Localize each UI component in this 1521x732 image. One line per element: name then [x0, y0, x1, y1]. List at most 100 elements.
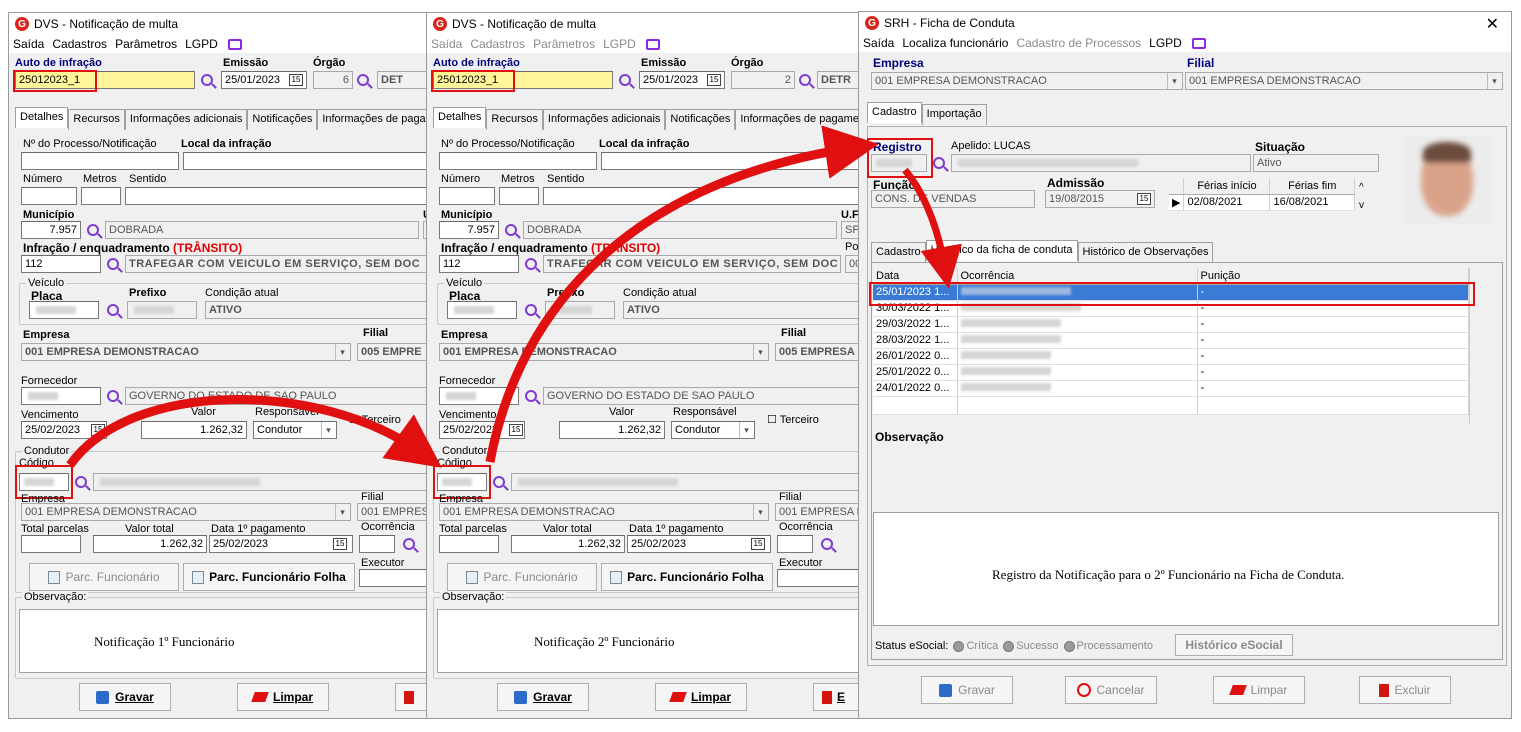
scroll-down-icon[interactable]: v	[1359, 200, 1364, 211]
tab-importacao[interactable]: Importação	[921, 104, 987, 125]
valortotal-input[interactable]: 1.262,32	[511, 535, 625, 553]
search-icon[interactable]	[525, 258, 537, 270]
valor-input[interactable]: 1.262,32	[141, 421, 247, 439]
excluir-button[interactable]: Excluir	[1359, 676, 1451, 704]
gravar-button[interactable]: Gravar	[921, 676, 1013, 704]
table-row[interactable]: 29/03/2022 1... -	[873, 316, 1469, 333]
search-icon[interactable]	[75, 476, 87, 488]
municipio-code[interactable]: 7.957	[21, 221, 81, 239]
menu-parametros[interactable]: Parâmetros	[533, 37, 595, 51]
local-input[interactable]	[601, 152, 865, 170]
subtab-historico-obs[interactable]: Histórico de Observações	[1077, 242, 1214, 263]
menu-localiza[interactable]: Localiza funcionário	[902, 36, 1008, 50]
empresa2-select[interactable]: 001 EMPRESA DEMONSTRACAO	[21, 503, 351, 521]
calendar-icon[interactable]: 15	[707, 74, 721, 86]
infracao-code[interactable]: 112	[21, 255, 101, 273]
processo-input[interactable]	[21, 152, 179, 170]
search-icon[interactable]	[357, 74, 369, 86]
ferias-inicio-cell[interactable]: 02/08/2021	[1183, 194, 1271, 211]
search-icon[interactable]	[87, 224, 99, 236]
limpar-button[interactable]: Limpar	[655, 683, 747, 711]
placa-input[interactable]	[29, 301, 99, 319]
empresa-select[interactable]: 001 EMPRESA DEMONSTRACAO	[871, 72, 1183, 90]
chevron-down-icon[interactable]: ▾	[321, 422, 335, 438]
search-icon[interactable]	[821, 538, 833, 550]
search-icon[interactable]	[107, 258, 119, 270]
search-icon[interactable]	[619, 74, 631, 86]
subtab-historico-ficha[interactable]: Histórico da ficha de conduta	[925, 240, 1078, 261]
tab-detalhes[interactable]: Detalhes	[15, 107, 69, 128]
search-icon[interactable]	[107, 304, 119, 316]
historico-esocial-button[interactable]: Histórico eSocial	[1175, 634, 1293, 656]
search-icon[interactable]	[799, 74, 811, 86]
valortotal-input[interactable]: 1.262,32	[93, 535, 207, 553]
menu-lgpd[interactable]: LGPD	[1149, 36, 1214, 50]
executor-input[interactable]	[777, 569, 865, 587]
metros-input[interactable]	[81, 187, 121, 205]
processo-input[interactable]	[439, 152, 597, 170]
terceiro-checkbox[interactable]: ☐ Terceiro	[349, 413, 401, 426]
observacao-textarea[interactable]: Registro da Notificação para o 2º Funcio…	[873, 512, 1499, 626]
calendar-icon[interactable]: 15	[333, 538, 347, 550]
menu-cadastro-processos[interactable]: Cadastro de Processos	[1016, 36, 1141, 50]
parc-folha-button[interactable]: Parc. Funcionário Folha	[183, 563, 355, 591]
empresa-select[interactable]: 001 EMPRESA DEMONSTRACAO	[21, 343, 351, 361]
orgao-code[interactable]: 6	[313, 71, 353, 89]
fornecedor-code[interactable]	[439, 387, 519, 405]
empresa2-select[interactable]: 001 EMPRESA DEMONSTRACAO	[439, 503, 769, 521]
calendar-icon[interactable]: 15	[509, 424, 523, 436]
sentido-input[interactable]	[543, 187, 865, 205]
sucesso-radio-icon[interactable]	[1003, 640, 1015, 652]
scroll-up-icon[interactable]: ^	[1359, 182, 1364, 193]
chevron-down-icon[interactable]: ▾	[1487, 73, 1501, 89]
gravar-button[interactable]: Gravar	[497, 683, 589, 711]
filial-select[interactable]: 001 EMPRESA DEMONSTRACAO	[1185, 72, 1503, 90]
limpar-button[interactable]: Limpar	[237, 683, 329, 711]
search-icon[interactable]	[107, 390, 119, 402]
chevron-down-icon[interactable]: ▾	[1167, 73, 1181, 89]
calendar-icon[interactable]: 15	[1137, 193, 1151, 205]
subtab-cadastro[interactable]: Cadastro	[871, 242, 926, 263]
gravar-button[interactable]: Gravar	[79, 683, 171, 711]
search-icon[interactable]	[505, 224, 517, 236]
table-row[interactable]: 25/01/2022 0... -	[873, 364, 1469, 381]
search-icon[interactable]	[201, 74, 213, 86]
data1-input[interactable]: 25/02/2023	[209, 535, 353, 553]
limpar-button[interactable]: Limpar	[1213, 676, 1305, 704]
tab-cadastro[interactable]: Cadastro	[867, 102, 922, 123]
orgao-code[interactable]: 2	[731, 71, 795, 89]
parc-funcionario-button[interactable]: Parc. Funcionário	[447, 563, 597, 591]
calendar-icon[interactable]: 15	[289, 74, 303, 86]
numero-input[interactable]	[439, 187, 495, 205]
chevron-down-icon[interactable]: ▾	[739, 422, 753, 438]
parc-folha-button[interactable]: Parc. Funcionário Folha	[601, 563, 773, 591]
obs-textarea[interactable]: Notificação 2º Funcionário	[437, 609, 865, 673]
menu-cadastros[interactable]: Cadastros	[52, 37, 107, 51]
search-icon[interactable]	[403, 538, 415, 550]
tab-notificacoes[interactable]: Notificações	[665, 109, 736, 130]
parc-funcionario-button[interactable]: Parc. Funcionário	[29, 563, 179, 591]
metros-input[interactable]	[499, 187, 539, 205]
tab-recursos[interactable]: Recursos	[68, 109, 125, 130]
filial-select[interactable]: 005 EMPRESA	[775, 343, 865, 361]
municipio-code[interactable]: 7.957	[439, 221, 499, 239]
table-row[interactable]: 24/01/2022 0... -	[873, 380, 1469, 397]
infracao-code[interactable]: 112	[439, 255, 519, 273]
filial2-select[interactable]: 001 EMPRESA D	[775, 503, 865, 521]
data1-input[interactable]: 25/02/2023	[627, 535, 771, 553]
ocorrencia-input[interactable]	[359, 535, 395, 553]
chevron-down-icon[interactable]: ▾	[335, 504, 349, 520]
tab-info-pagamento[interactable]: Informações de pagamento	[735, 109, 865, 130]
tab-info-adicionais[interactable]: Informações adicionais	[542, 109, 666, 130]
menu-lgpd[interactable]: LGPD	[603, 37, 668, 51]
menu-saida[interactable]: Saída	[431, 37, 462, 51]
sentido-input[interactable]	[125, 187, 437, 205]
parcelas-input[interactable]	[439, 535, 499, 553]
cancelar-button[interactable]: Cancelar	[1065, 676, 1157, 704]
tab-info-pagamento[interactable]: Informações de pagamen	[317, 109, 437, 130]
menu-cadastros[interactable]: Cadastros	[470, 37, 525, 51]
calendar-icon[interactable]: 15	[751, 538, 765, 550]
tab-recursos[interactable]: Recursos	[486, 109, 543, 130]
menu-parametros[interactable]: Parâmetros	[115, 37, 177, 51]
numero-input[interactable]	[21, 187, 77, 205]
